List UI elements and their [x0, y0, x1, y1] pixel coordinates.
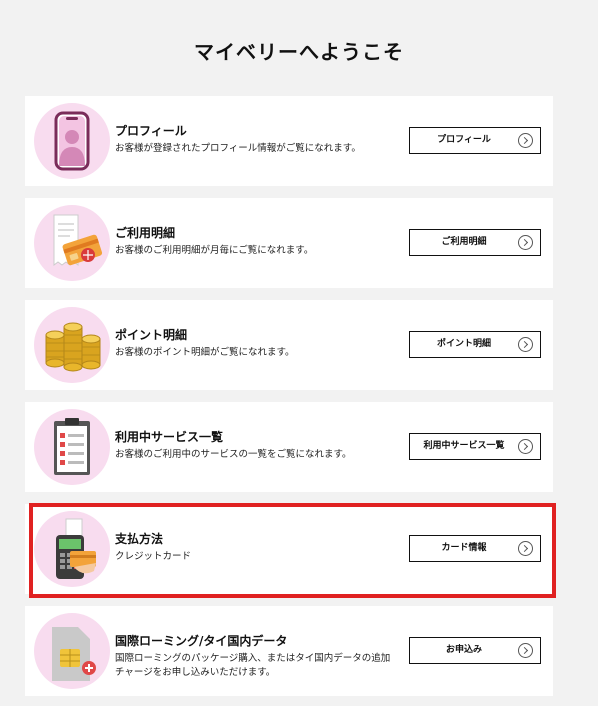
description-line: 国際ローミングのパッケージ購入、またはタイ国内データの追加: [115, 653, 391, 664]
card-title: プロフィール: [115, 124, 187, 138]
points-button[interactable]: ポイント明細: [409, 331, 541, 358]
button-label: カード情報: [441, 543, 487, 553]
apply-button[interactable]: お申込み: [409, 637, 541, 664]
card-info-button[interactable]: カード情報: [409, 535, 541, 562]
card-points: ポイント明細 お客様のポイント明細がご覧になれます。 ポイント明細: [25, 300, 553, 390]
chevron-right-icon: [518, 133, 533, 148]
card-services: 利用中サービス一覧 お客様のご利用中のサービスの一覧をご覧になれます。 利用中サ…: [25, 402, 553, 492]
chevron-right-icon: [518, 439, 533, 454]
button-label: ポイント明細: [436, 339, 491, 349]
card-description: 国際ローミングのパッケージ購入、またはタイ国内データの追加 チャージをお申し込み…: [115, 652, 390, 680]
profile-button[interactable]: プロフィール: [409, 127, 541, 154]
card-roaming: 国際ローミング/タイ国内データ 国際ローミングのパッケージ購入、またはタイ国内デ…: [25, 606, 553, 696]
page-title: マイベリーへようこそ: [194, 40, 404, 64]
card-description: クレジットカード: [115, 551, 192, 562]
card-payment: 支払方法 クレジットカード カード情報: [25, 504, 553, 594]
card-title: ポイント明細: [115, 328, 188, 342]
button-label: ご利用明細: [441, 237, 487, 247]
card-title: ご利用明細: [115, 226, 176, 240]
card-billing: ご利用明細 お客様のご利用明細が月毎にご覧になれます。 ご利用明細: [25, 198, 553, 288]
description-line: チャージをお申し込みいただけます。: [115, 667, 276, 678]
coins-icon: [34, 307, 110, 383]
button-label: お申込み: [445, 645, 482, 655]
card-title: 国際ローミング/タイ国内データ: [115, 634, 288, 648]
billing-statement-icon: [34, 205, 110, 281]
card-title: 支払方法: [115, 532, 164, 546]
button-label: 利用中サービス一覧: [423, 441, 505, 451]
card-terminal-icon: [34, 511, 110, 587]
billing-button[interactable]: ご利用明細: [409, 229, 541, 256]
card-description: お客様のご利用中のサービスの一覧をご覧になれます。: [115, 449, 352, 460]
chevron-right-icon: [518, 337, 533, 352]
chevron-right-icon: [518, 541, 533, 556]
chevron-right-icon: [518, 643, 533, 658]
card-description: お客様のご利用明細が月毎にご覧になれます。: [115, 245, 314, 256]
card-title: 利用中サービス一覧: [115, 430, 224, 444]
chevron-right-icon: [518, 235, 533, 250]
clipboard-checklist-icon: [34, 409, 110, 485]
card-description: お客様のポイント明細がご覧になれます。: [115, 347, 295, 358]
card-profile: プロフィール お客様が登録されたプロフィール情報がご覧になれます。 プロフィール: [25, 96, 553, 186]
profile-icon: [34, 103, 110, 179]
button-label: プロフィール: [437, 135, 491, 145]
card-description: お客様が登録されたプロフィール情報がご覧になれます。: [115, 143, 361, 154]
sim-card-icon: [34, 613, 110, 689]
services-button[interactable]: 利用中サービス一覧: [409, 433, 541, 460]
